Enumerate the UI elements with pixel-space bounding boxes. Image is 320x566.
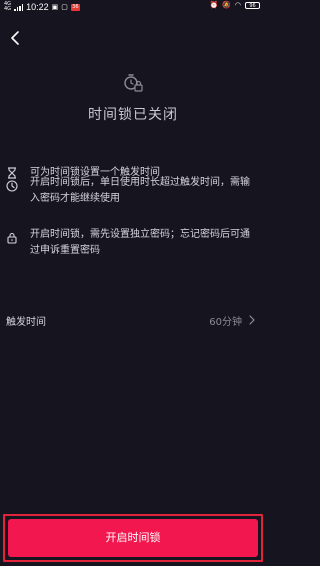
lock-icon (7, 232, 17, 244)
info-item-lock: 开启时间锁，需先设置独立密码；忘记密码后可通过申诉重置密码 (0, 227, 266, 259)
mute-icon: 🔕 (222, 1, 231, 9)
chevron-right-icon (249, 315, 255, 325)
status-time: 10:22 (26, 2, 49, 12)
network-label-2: 4G (4, 6, 12, 12)
signal-icon (14, 3, 24, 11)
enable-time-lock-button[interactable]: 开启时间锁 (8, 519, 258, 557)
wifi-icon: ◠ (234, 1, 241, 9)
clock-icon (6, 180, 18, 192)
notification-icon-2: ▢ (61, 2, 68, 11)
notification-icon: ▣ (51, 2, 59, 11)
network-indicator: 4G 4G (4, 2, 11, 12)
status-left: 4G 4G 10:22 ▣ ▢ 36 (4, 2, 80, 12)
info-text: 开启时间锁后，单日使用时长超过触发时间，需输入密码才能继续使用 (30, 177, 250, 204)
battery-icon: 96 (245, 2, 260, 9)
info-text: 开启时间锁，需先设置独立密码；忘记密码后可通过申诉重置密码 (30, 229, 250, 256)
info-item-clock-row: 开启时间锁后，单日使用时长超过触发时间，需输入密码才能继续使用 (0, 175, 266, 207)
trigger-time-label: 触发时间 (6, 317, 46, 328)
status-right: ⏰ 🔕 ◠ 96 (209, 2, 260, 9)
page-title: 时间锁已关闭 (88, 107, 178, 123)
alarm-icon: ⏰ (209, 1, 219, 9)
time-lock-off-icon (124, 74, 143, 92)
trigger-time-value: 60分钟 (209, 317, 242, 328)
trigger-time-row[interactable]: 触发时间 60分钟 (0, 310, 266, 330)
status-bar: 4G 4G 10:22 ▣ ▢ 36 ⏰ 🔕 ◠ 96 (0, 0, 266, 14)
app-badge: 36 (70, 3, 80, 11)
back-icon[interactable] (8, 30, 22, 46)
